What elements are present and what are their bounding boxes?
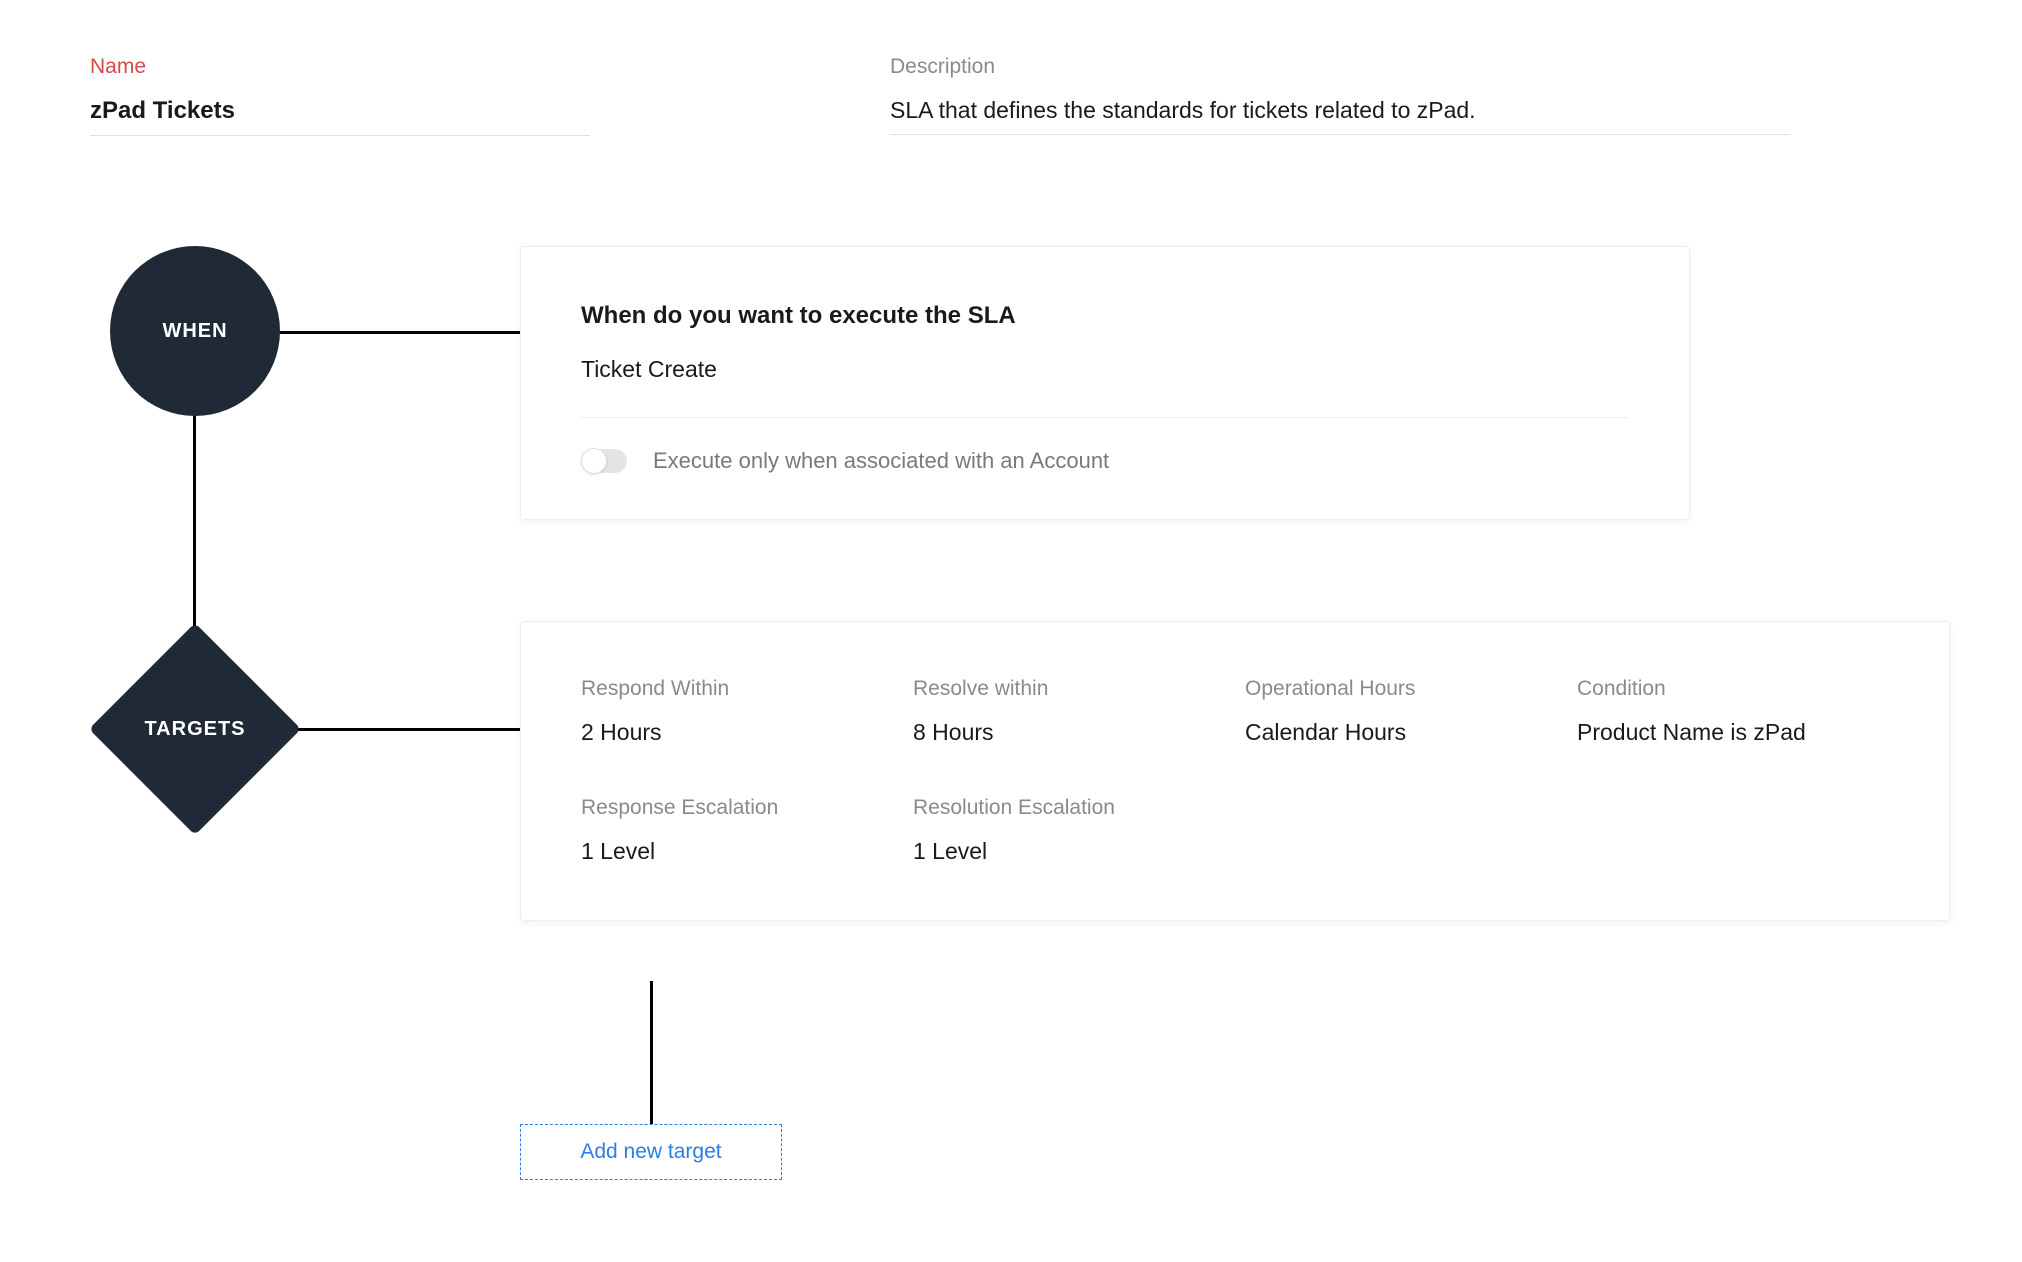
- resolution-escalation-value: 1 Level: [913, 838, 1225, 865]
- add-new-target-label: Add new target: [580, 1140, 721, 1164]
- flow-area: WHEN TARGETS When do you want to execute…: [90, 246, 1932, 1246]
- when-card[interactable]: When do you want to execute the SLA Tick…: [520, 246, 1690, 520]
- connector-when-to-targets: [193, 406, 196, 636]
- node-when[interactable]: WHEN: [110, 246, 280, 416]
- operational-hours-cell: Operational Hours Calendar Hours: [1245, 677, 1557, 746]
- condition-value: Product Name is zPad: [1577, 719, 1889, 746]
- account-toggle-row: Execute only when associated with an Acc…: [581, 448, 1629, 474]
- when-card-title: When do you want to execute the SLA: [581, 302, 1629, 330]
- account-toggle[interactable]: [581, 449, 627, 473]
- resolution-escalation-label: Resolution Escalation: [913, 796, 1225, 820]
- respond-within-label: Respond Within: [581, 677, 893, 701]
- description-input[interactable]: [890, 97, 1790, 135]
- when-card-divider: [581, 417, 1629, 418]
- node-when-label: WHEN: [162, 320, 227, 343]
- when-card-value: Ticket Create: [581, 356, 1629, 383]
- operational-hours-label: Operational Hours: [1245, 677, 1557, 701]
- name-label: Name: [90, 55, 590, 79]
- name-field-group: Name: [90, 55, 590, 136]
- resolve-within-label: Resolve within: [913, 677, 1225, 701]
- node-targets[interactable]: TARGETS: [90, 624, 300, 834]
- targets-grid: Respond Within 2 Hours Resolve within 8 …: [581, 677, 1889, 865]
- condition-cell: Condition Product Name is zPad: [1577, 677, 1889, 746]
- account-toggle-label: Execute only when associated with an Acc…: [653, 448, 1109, 474]
- resolve-within-value: 8 Hours: [913, 719, 1225, 746]
- toggle-knob: [581, 448, 607, 474]
- node-targets-label: TARGETS: [144, 718, 245, 741]
- targets-card[interactable]: Respond Within 2 Hours Resolve within 8 …: [520, 621, 1950, 921]
- connector-targets-to-card: [285, 728, 525, 731]
- description-field-group: Description: [890, 55, 1790, 136]
- add-new-target-button[interactable]: Add new target: [520, 1124, 782, 1180]
- respond-within-cell: Respond Within 2 Hours: [581, 677, 893, 746]
- connector-targets-to-add: [650, 981, 653, 1131]
- connector-when-to-card: [270, 331, 530, 334]
- condition-label: Condition: [1577, 677, 1889, 701]
- resolution-escalation-cell: Resolution Escalation 1 Level: [913, 796, 1225, 865]
- respond-within-value: 2 Hours: [581, 719, 893, 746]
- response-escalation-value: 1 Level: [581, 838, 893, 865]
- sla-header: Name Description: [90, 55, 1932, 136]
- name-input[interactable]: [90, 97, 590, 136]
- response-escalation-cell: Response Escalation 1 Level: [581, 796, 893, 865]
- response-escalation-label: Response Escalation: [581, 796, 893, 820]
- operational-hours-value: Calendar Hours: [1245, 719, 1557, 746]
- description-label: Description: [890, 55, 1790, 79]
- resolve-within-cell: Resolve within 8 Hours: [913, 677, 1225, 746]
